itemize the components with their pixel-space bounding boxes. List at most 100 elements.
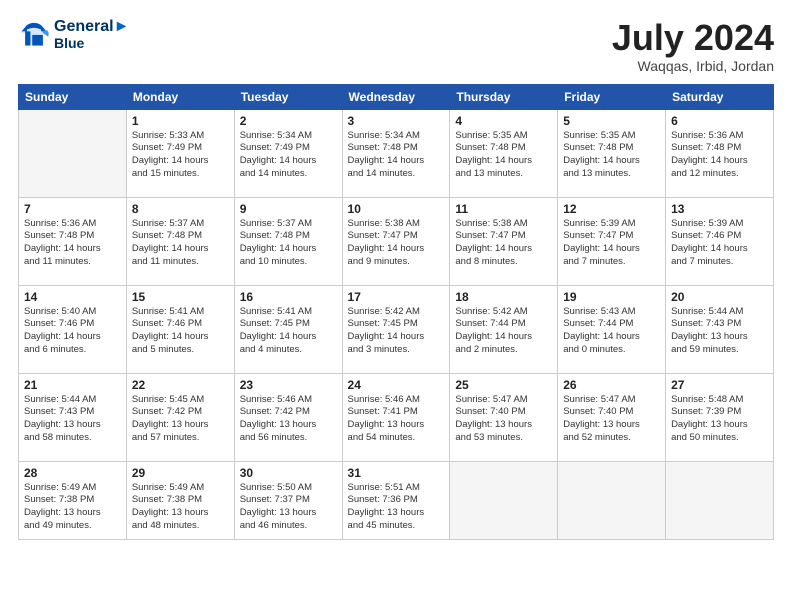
- day-info: Sunrise: 5:42 AMSunset: 7:45 PMDaylight:…: [348, 306, 445, 357]
- calendar-cell: 3 Sunrise: 5:34 AMSunset: 7:48 PMDaylight…: [342, 109, 450, 197]
- calendar-cell: 30Sunrise: 5:50 AMSunset: 7:37 PMDayligh…: [234, 461, 342, 539]
- calendar-cell: [558, 461, 666, 539]
- day-number: 2: [240, 114, 337, 128]
- calendar-cell: 15 Sunrise: 5:41 AMSunset: 7:46 PMDayligh…: [126, 285, 234, 373]
- col-monday: Monday: [126, 84, 234, 109]
- col-saturday: Saturday: [666, 84, 774, 109]
- col-wednesday: Wednesday: [342, 84, 450, 109]
- day-number: 31: [348, 466, 445, 480]
- calendar-cell: 21Sunrise: 5:44 AMSunset: 7:43 PMDayligh…: [19, 373, 127, 461]
- day-info: Sunrise: 5:38 AMSunset: 7:47 PMDaylight:…: [348, 218, 445, 269]
- calendar-cell: 4Sunrise: 5:35 AMSunset: 7:48 PMDaylight…: [450, 109, 558, 197]
- calendar-cell: 29Sunrise: 5:49 AMSunset: 7:38 PMDayligh…: [126, 461, 234, 539]
- calendar-cell: 14 Sunrise: 5:40 AMSunset: 7:46 PMDayligh…: [19, 285, 127, 373]
- calendar-header-row: Sunday Monday Tuesday Wednesday Thursday…: [19, 84, 774, 109]
- calendar-cell: 24Sunrise: 5:46 AMSunset: 7:41 PMDayligh…: [342, 373, 450, 461]
- week-row-3: 14 Sunrise: 5:40 AMSunset: 7:46 PMDayligh…: [19, 285, 774, 373]
- week-row-5: 28 Sunrise: 5:49 AMSunset: 7:38 PMDayligh…: [19, 461, 774, 539]
- calendar: Sunday Monday Tuesday Wednesday Thursday…: [18, 84, 774, 540]
- calendar-cell: 19 Sunrise: 5:43 AMSunset: 7:44 PMDayligh…: [558, 285, 666, 373]
- calendar-cell: 23Sunrise: 5:46 AMSunset: 7:42 PMDayligh…: [234, 373, 342, 461]
- calendar-cell: 22 Sunrise: 5:45 AMSunset: 7:42 PMDayligh…: [126, 373, 234, 461]
- col-tuesday: Tuesday: [234, 84, 342, 109]
- day-number: 21: [24, 378, 121, 392]
- day-number: 14: [24, 290, 121, 304]
- day-info: Sunrise: 5:34 AMSunset: 7:48 PMDaylight:…: [348, 130, 445, 181]
- day-number: 6: [671, 114, 768, 128]
- calendar-cell: 12 Sunrise: 5:39 AMSunset: 7:47 PMDayligh…: [558, 197, 666, 285]
- day-info: Sunrise: 5:34 AMSunset: 7:49 PMDaylight:…: [240, 130, 337, 181]
- day-info: Sunrise: 5:37 AMSunset: 7:48 PMDaylight:…: [240, 218, 337, 269]
- calendar-cell: 10Sunrise: 5:38 AMSunset: 7:47 PMDayligh…: [342, 197, 450, 285]
- day-number: 20: [671, 290, 768, 304]
- week-row-2: 7 Sunrise: 5:36 AMSunset: 7:48 PMDaylight…: [19, 197, 774, 285]
- day-number: 15: [132, 290, 229, 304]
- col-thursday: Thursday: [450, 84, 558, 109]
- day-info: Sunrise: 5:37 AMSunset: 7:48 PMDaylight:…: [132, 218, 229, 269]
- day-number: 3: [348, 114, 445, 128]
- day-info: Sunrise: 5:42 AMSunset: 7:44 PMDaylight:…: [455, 306, 552, 357]
- calendar-cell: 11 Sunrise: 5:38 AMSunset: 7:47 PMDayligh…: [450, 197, 558, 285]
- day-number: 17: [348, 290, 445, 304]
- day-number: 22: [132, 378, 229, 392]
- day-info: Sunrise: 5:38 AMSunset: 7:47 PMDaylight:…: [455, 218, 552, 269]
- day-info: Sunrise: 5:41 AMSunset: 7:46 PMDaylight:…: [132, 306, 229, 357]
- day-info: Sunrise: 5:49 AMSunset: 7:38 PMDaylight:…: [132, 482, 229, 533]
- calendar-cell: 6 Sunrise: 5:36 AMSunset: 7:48 PMDaylight…: [666, 109, 774, 197]
- calendar-cell: 28 Sunrise: 5:49 AMSunset: 7:38 PMDayligh…: [19, 461, 127, 539]
- day-info: Sunrise: 5:49 AMSunset: 7:38 PMDaylight:…: [24, 482, 121, 533]
- month-title: July 2024: [612, 18, 774, 58]
- day-number: 1: [132, 114, 229, 128]
- day-info: Sunrise: 5:51 AMSunset: 7:36 PMDaylight:…: [348, 482, 445, 533]
- calendar-cell: 1Sunrise: 5:33 AMSunset: 7:49 PMDaylight…: [126, 109, 234, 197]
- calendar-cell: 7 Sunrise: 5:36 AMSunset: 7:48 PMDaylight…: [19, 197, 127, 285]
- day-info: Sunrise: 5:39 AMSunset: 7:47 PMDaylight:…: [563, 218, 660, 269]
- day-info: Sunrise: 5:44 AMSunset: 7:43 PMDaylight:…: [671, 306, 768, 357]
- col-friday: Friday: [558, 84, 666, 109]
- day-number: 18: [455, 290, 552, 304]
- location: Waqqas, Irbid, Jordan: [612, 58, 774, 74]
- day-number: 13: [671, 202, 768, 216]
- day-number: 12: [563, 202, 660, 216]
- calendar-cell: 25Sunrise: 5:47 AMSunset: 7:40 PMDayligh…: [450, 373, 558, 461]
- day-info: Sunrise: 5:46 AMSunset: 7:42 PMDaylight:…: [240, 394, 337, 445]
- day-number: 5: [563, 114, 660, 128]
- calendar-cell: 18 Sunrise: 5:42 AMSunset: 7:44 PMDayligh…: [450, 285, 558, 373]
- page: General► Blue July 2024 Waqqas, Irbid, J…: [0, 0, 792, 612]
- day-info: Sunrise: 5:36 AMSunset: 7:48 PMDaylight:…: [24, 218, 121, 269]
- day-info: Sunrise: 5:48 AMSunset: 7:39 PMDaylight:…: [671, 394, 768, 445]
- calendar-cell: [19, 109, 127, 197]
- day-number: 7: [24, 202, 121, 216]
- day-info: Sunrise: 5:46 AMSunset: 7:41 PMDaylight:…: [348, 394, 445, 445]
- calendar-cell: [666, 461, 774, 539]
- day-number: 8: [132, 202, 229, 216]
- calendar-cell: 5 Sunrise: 5:35 AMSunset: 7:48 PMDaylight…: [558, 109, 666, 197]
- title-block: July 2024 Waqqas, Irbid, Jordan: [612, 18, 774, 74]
- day-number: 26: [563, 378, 660, 392]
- logo-icon: [18, 20, 50, 48]
- calendar-cell: 20 Sunrise: 5:44 AMSunset: 7:43 PMDayligh…: [666, 285, 774, 373]
- logo: General► Blue: [18, 18, 129, 51]
- week-row-4: 21Sunrise: 5:44 AMSunset: 7:43 PMDayligh…: [19, 373, 774, 461]
- day-info: Sunrise: 5:40 AMSunset: 7:46 PMDaylight:…: [24, 306, 121, 357]
- calendar-cell: 13Sunrise: 5:39 AMSunset: 7:46 PMDayligh…: [666, 197, 774, 285]
- day-info: Sunrise: 5:36 AMSunset: 7:48 PMDaylight:…: [671, 130, 768, 181]
- week-row-1: 1Sunrise: 5:33 AMSunset: 7:49 PMDaylight…: [19, 109, 774, 197]
- day-number: 4: [455, 114, 552, 128]
- day-info: Sunrise: 5:45 AMSunset: 7:42 PMDaylight:…: [132, 394, 229, 445]
- day-info: Sunrise: 5:47 AMSunset: 7:40 PMDaylight:…: [563, 394, 660, 445]
- logo-text: General► Blue: [54, 18, 129, 51]
- day-info: Sunrise: 5:50 AMSunset: 7:37 PMDaylight:…: [240, 482, 337, 533]
- day-info: Sunrise: 5:35 AMSunset: 7:48 PMDaylight:…: [563, 130, 660, 181]
- day-number: 28: [24, 466, 121, 480]
- calendar-cell: 27Sunrise: 5:48 AMSunset: 7:39 PMDayligh…: [666, 373, 774, 461]
- calendar-cell: 17 Sunrise: 5:42 AMSunset: 7:45 PMDayligh…: [342, 285, 450, 373]
- calendar-cell: 9 Sunrise: 5:37 AMSunset: 7:48 PMDaylight…: [234, 197, 342, 285]
- calendar-cell: 16Sunrise: 5:41 AMSunset: 7:45 PMDayligh…: [234, 285, 342, 373]
- calendar-cell: 26 Sunrise: 5:47 AMSunset: 7:40 PMDayligh…: [558, 373, 666, 461]
- day-number: 9: [240, 202, 337, 216]
- day-info: Sunrise: 5:43 AMSunset: 7:44 PMDaylight:…: [563, 306, 660, 357]
- day-number: 19: [563, 290, 660, 304]
- day-info: Sunrise: 5:47 AMSunset: 7:40 PMDaylight:…: [455, 394, 552, 445]
- day-number: 11: [455, 202, 552, 216]
